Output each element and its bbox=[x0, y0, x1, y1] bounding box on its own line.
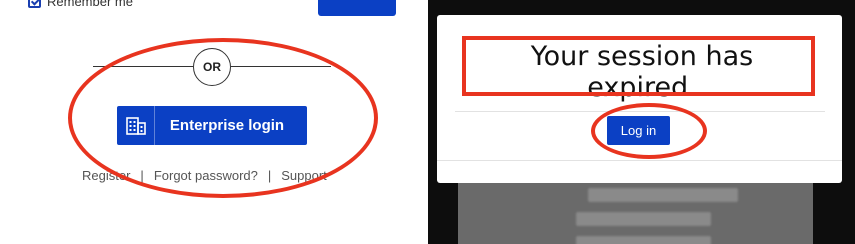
sign-in-button[interactable] bbox=[318, 0, 396, 16]
enterprise-login-button[interactable]: Enterprise login bbox=[117, 106, 307, 145]
blurred-text bbox=[588, 188, 738, 202]
link-separator: | bbox=[140, 168, 144, 183]
register-link[interactable]: Register bbox=[82, 168, 130, 183]
forgot-password-link[interactable]: Forgot password? bbox=[154, 168, 258, 183]
footer-links: Register | Forgot password? | Support bbox=[82, 168, 327, 183]
blurred-field bbox=[576, 236, 711, 244]
enterprise-login-label: Enterprise login bbox=[169, 117, 285, 134]
log-in-button[interactable]: Log in bbox=[607, 116, 670, 145]
remember-me-checkbox[interactable] bbox=[28, 0, 41, 8]
remember-me-row[interactable]: Remember me bbox=[28, 0, 133, 9]
remember-me-label: Remember me bbox=[47, 0, 133, 9]
blurred-field bbox=[576, 212, 711, 226]
building-icon bbox=[117, 106, 155, 145]
divider-line-left bbox=[93, 66, 193, 67]
support-link[interactable]: Support bbox=[281, 168, 327, 183]
modal-divider bbox=[437, 160, 842, 161]
modal-message: Your session has expired. bbox=[530, 41, 754, 103]
login-panel: Remember me OR Enterprise login Register… bbox=[0, 0, 428, 244]
session-expired-modal: Your session has expired. Log in bbox=[437, 15, 842, 183]
modal-divider bbox=[455, 111, 825, 112]
divider-line-right bbox=[231, 66, 331, 67]
or-divider: OR bbox=[193, 48, 231, 86]
link-separator: | bbox=[267, 168, 272, 183]
session-expired-screen: Your session has expired. Log in bbox=[428, 0, 855, 244]
